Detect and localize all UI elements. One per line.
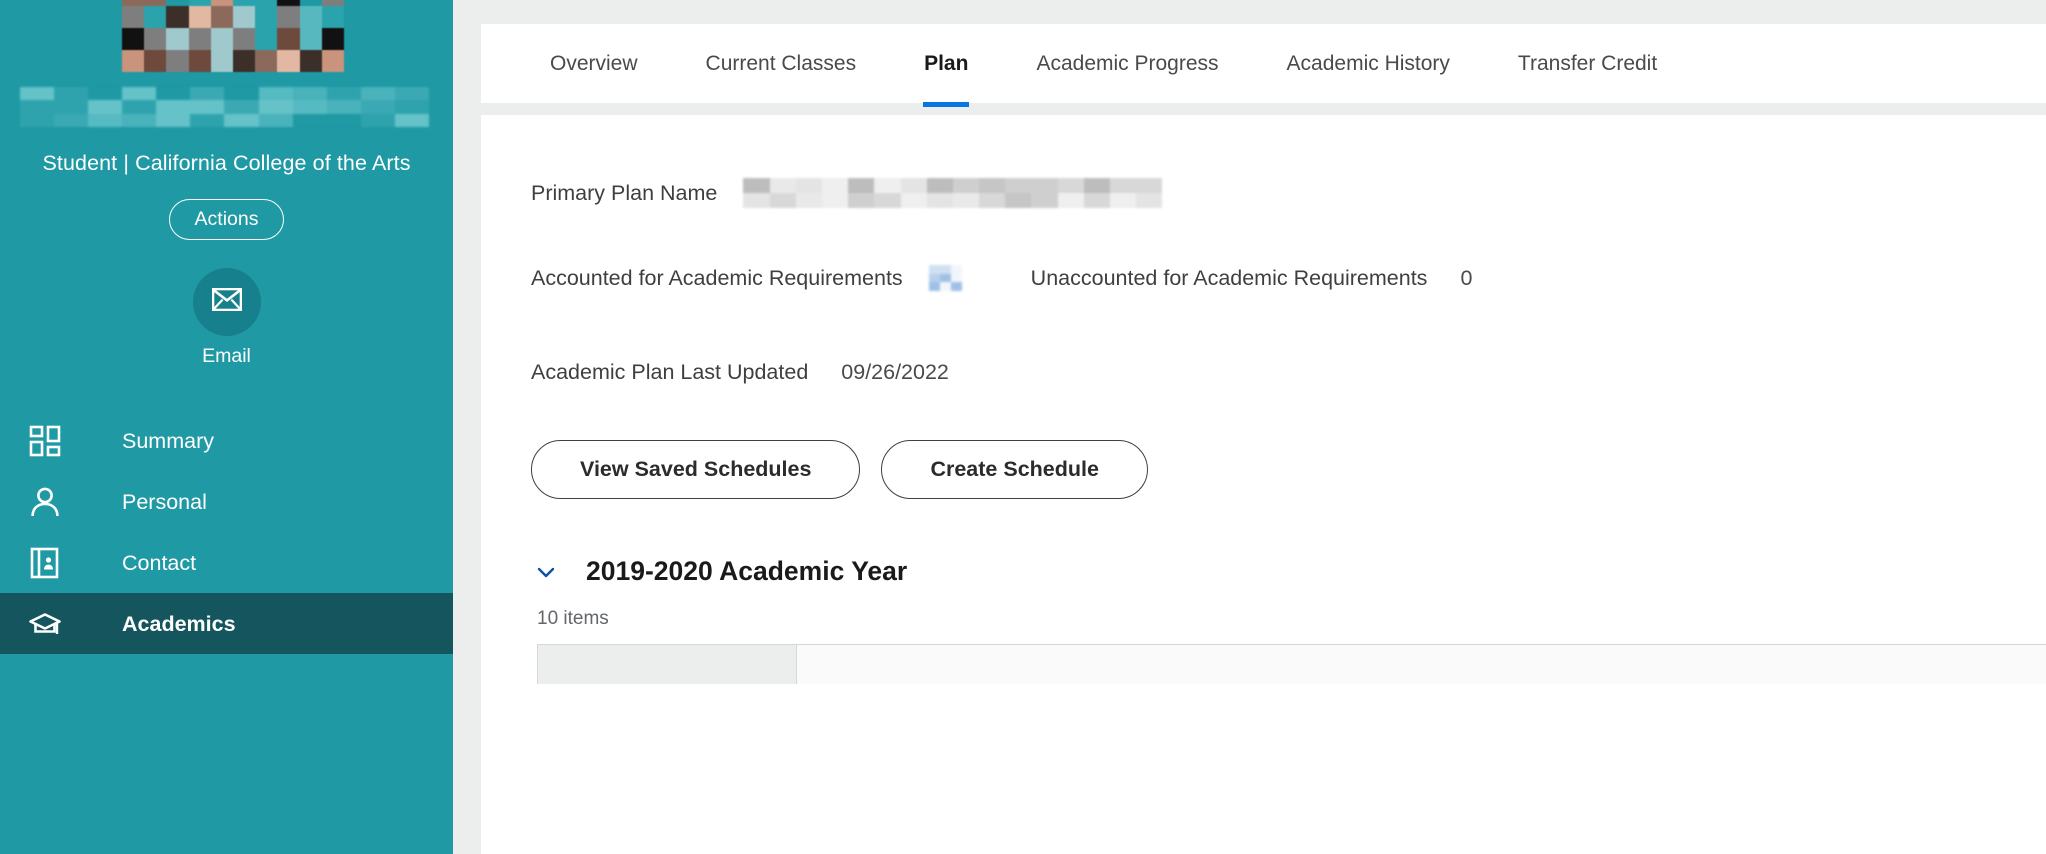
plan-panel: Primary Plan Name Accounted for Academic… (481, 115, 2046, 854)
primary-plan-name-label: Primary Plan Name (531, 180, 718, 205)
tab-academic-history[interactable]: Academic History (1253, 24, 1484, 103)
sidebar-item-academics[interactable]: Academics (0, 593, 453, 654)
tab-current-classes[interactable]: Current Classes (672, 24, 891, 103)
profile-role: Student | California College of the Arts (42, 151, 411, 175)
unaccounted-requirements-label: Unaccounted for Academic Requirements (1030, 265, 1428, 290)
academic-requirements-row: Accounted for Academic Requirements Unac… (481, 263, 2046, 293)
avatar-redacted (122, 0, 344, 72)
items-count: 10 items (537, 608, 609, 629)
academics-tabbar: Overview Current Classes Plan Academic P… (481, 24, 2046, 103)
sidebar-item-label: Academics (122, 611, 236, 636)
create-schedule-button[interactable]: Create Schedule (881, 440, 1148, 499)
workday-academics-page: Student | California College of the Arts… (0, 0, 2046, 854)
table-header-cell[interactable] (797, 645, 2046, 684)
primary-plan-name-value-redacted (743, 178, 1163, 208)
student-name-redacted (20, 87, 429, 127)
unaccounted-requirements-value: 0 (1460, 265, 1473, 290)
actions-button[interactable]: Actions (168, 199, 285, 240)
chevron-down-icon[interactable] (534, 560, 558, 584)
sidebar-item-label: Personal (122, 489, 207, 514)
primary-plan-name-row: Primary Plan Name (481, 178, 2046, 208)
profile-sidebar: Student | California College of the Arts… (0, 0, 453, 854)
email-button[interactable] (192, 268, 261, 336)
schedule-buttons: View Saved Schedules Create Schedule (481, 440, 2046, 499)
sidebar-item-personal[interactable]: Personal (0, 471, 453, 532)
address-book-icon (29, 547, 70, 579)
tab-overview[interactable]: Overview (516, 24, 672, 103)
academic-year-header[interactable]: 2019-2020 Academic Year (481, 556, 2046, 587)
actions-button-wrap: Actions (0, 199, 453, 240)
sidebar-item-summary[interactable]: Summary (0, 410, 453, 471)
email-action: Email (0, 268, 453, 367)
tab-transfer-credit[interactable]: Transfer Credit (1484, 24, 1691, 103)
main-content: Overview Current Classes Plan Academic P… (453, 0, 2046, 854)
accounted-requirements-value-redacted[interactable] (928, 265, 962, 291)
last-updated-value: 09/26/2022 (841, 359, 949, 384)
view-saved-schedules-button[interactable]: View Saved Schedules (531, 440, 861, 499)
grid-dashboard-icon (29, 425, 70, 457)
academic-year-title: 2019-2020 Academic Year (586, 556, 908, 586)
tab-academic-progress[interactable]: Academic Progress (1002, 24, 1252, 103)
sidebar-item-label: Summary (122, 428, 214, 453)
person-icon (29, 486, 70, 518)
graduation-cap-icon (29, 608, 70, 640)
accounted-requirements-label: Accounted for Academic Requirements (531, 265, 903, 290)
sidebar-item-contact[interactable]: Contact (0, 532, 453, 593)
sidebar-item-label: Contact (122, 550, 197, 575)
email-label: Email (202, 345, 251, 367)
profile-header (0, 0, 453, 139)
table-header-cell[interactable] (537, 645, 797, 684)
plan-table-header (537, 644, 2046, 684)
tab-plan[interactable]: Plan (890, 24, 1002, 103)
sidebar-nav: Summary Personal Contact Academics (0, 410, 453, 654)
last-updated-label: Academic Plan Last Updated (531, 359, 809, 384)
envelope-icon (211, 287, 242, 316)
last-updated-row: Academic Plan Last Updated 09/26/2022 (481, 357, 2046, 387)
